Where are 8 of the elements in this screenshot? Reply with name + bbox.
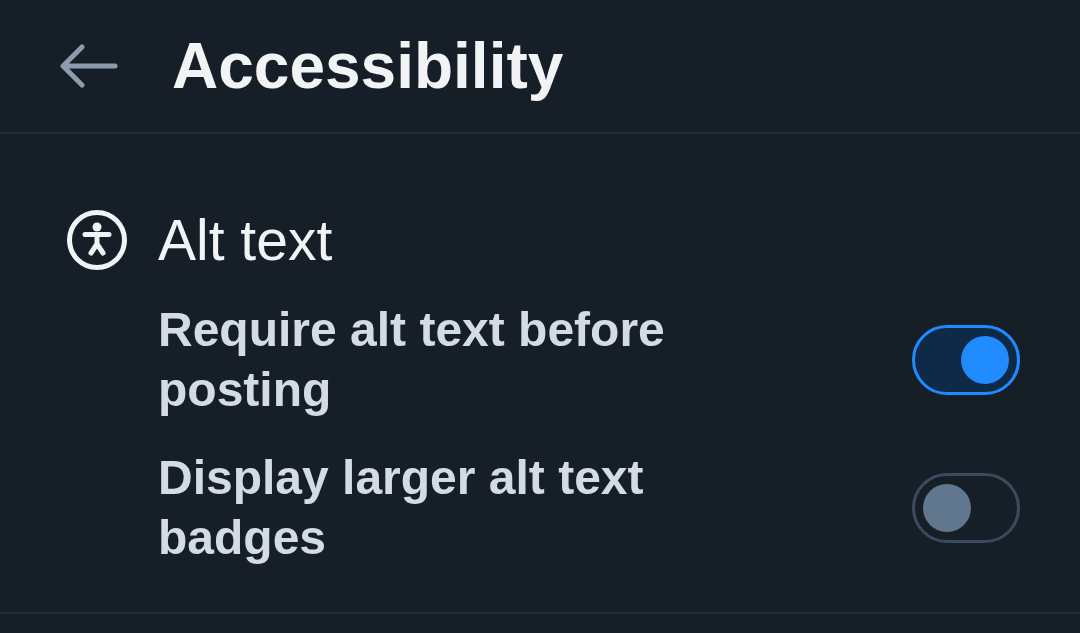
- setting-label: Display larger alt text badges: [158, 450, 645, 567]
- section-title: Alt text: [158, 207, 333, 274]
- toggle-switch[interactable]: [912, 473, 1020, 544]
- page-title: Accessibility: [172, 28, 564, 104]
- back-button[interactable]: [60, 44, 118, 88]
- setting-label: Require alt text before posting: [158, 302, 666, 419]
- back-arrow-icon: [60, 44, 118, 88]
- accessibility-icon: [66, 209, 128, 272]
